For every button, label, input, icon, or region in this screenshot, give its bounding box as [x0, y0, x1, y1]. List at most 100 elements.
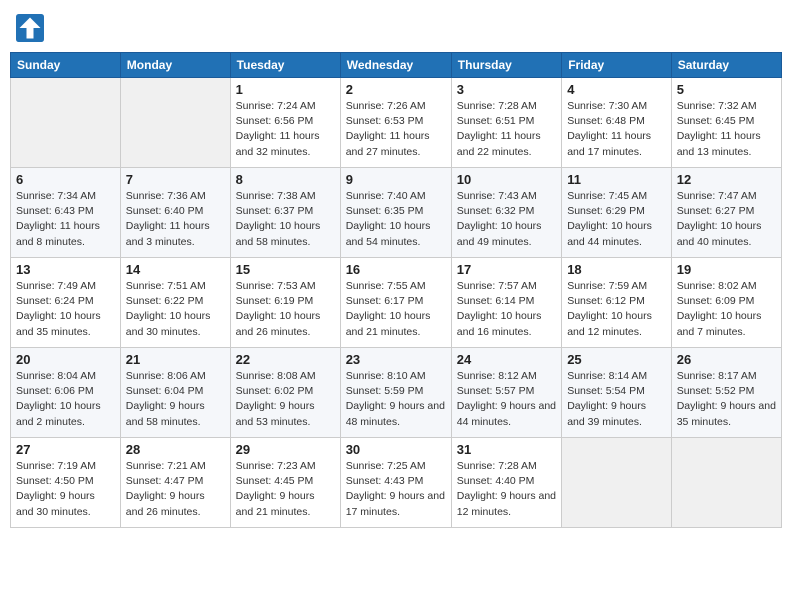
day-info: Sunrise: 8:10 AMSunset: 5:59 PMDaylight:…: [346, 369, 446, 430]
day-info: Sunrise: 7:25 AMSunset: 4:43 PMDaylight:…: [346, 459, 446, 520]
dow-sunday: Sunday: [11, 53, 121, 78]
day-number: 27: [16, 442, 115, 457]
day-number: 4: [567, 82, 666, 97]
dow-friday: Friday: [562, 53, 672, 78]
days-of-week-header: SundayMondayTuesdayWednesdayThursdayFrid…: [11, 53, 782, 78]
calendar-cell: 30 Sunrise: 7:25 AMSunset: 4:43 PMDayligh…: [340, 438, 451, 528]
calendar-cell: 7 Sunrise: 7:36 AMSunset: 6:40 PMDaylight…: [120, 168, 230, 258]
day-number: 1: [236, 82, 335, 97]
day-info: Sunrise: 7:21 AMSunset: 4:47 PMDaylight:…: [126, 459, 225, 520]
day-number: 14: [126, 262, 225, 277]
day-info: Sunrise: 7:59 AMSunset: 6:12 PMDaylight:…: [567, 279, 666, 340]
calendar-cell: 9Sunrise: 7:40 AMSunset: 6:35 PMDaylight…: [340, 168, 451, 258]
day-number: 17: [457, 262, 556, 277]
day-info: Sunrise: 7:45 AMSunset: 6:29 PMDaylight:…: [567, 189, 666, 250]
dow-tuesday: Tuesday: [230, 53, 340, 78]
day-number: 13: [16, 262, 115, 277]
day-info: Sunrise: 8:08 AMSunset: 6:02 PMDaylight:…: [236, 369, 335, 430]
calendar-cell: 14 Sunrise: 7:51 AMSunset: 6:22 PMDayligh…: [120, 258, 230, 348]
calendar-cell: 19 Sunrise: 8:02 AMSunset: 6:09 PMDayligh…: [671, 258, 781, 348]
calendar-cell: 4 Sunrise: 7:30 AMSunset: 6:48 PMDaylight…: [562, 78, 672, 168]
day-info: Sunrise: 7:36 AMSunset: 6:40 PMDaylight:…: [126, 189, 225, 250]
day-info: Sunrise: 7:53 AMSunset: 6:19 PMDaylight:…: [236, 279, 335, 340]
calendar-week-1: 1 Sunrise: 7:24 AMSunset: 6:56 PMDaylight…: [11, 78, 782, 168]
day-number: 19: [677, 262, 776, 277]
day-number: 25: [567, 352, 666, 367]
day-number: 6: [16, 172, 115, 187]
calendar-cell: [562, 438, 672, 528]
day-number: 28: [126, 442, 225, 457]
calendar-cell: 10 Sunrise: 7:43 AMSunset: 6:32 PMDayligh…: [451, 168, 561, 258]
dow-monday: Monday: [120, 53, 230, 78]
calendar-cell: 1 Sunrise: 7:24 AMSunset: 6:56 PMDaylight…: [230, 78, 340, 168]
day-number: 9: [346, 172, 446, 187]
calendar-cell: [671, 438, 781, 528]
calendar-cell: 18 Sunrise: 7:59 AMSunset: 6:12 PMDayligh…: [562, 258, 672, 348]
calendar-cell: 15 Sunrise: 7:53 AMSunset: 6:19 PMDayligh…: [230, 258, 340, 348]
day-number: 23: [346, 352, 446, 367]
calendar-cell: 12Sunrise: 7:47 AMSunset: 6:27 PMDayligh…: [671, 168, 781, 258]
calendar-cell: [11, 78, 121, 168]
day-info: Sunrise: 7:47 AMSunset: 6:27 PMDaylight:…: [677, 189, 776, 250]
day-info: Sunrise: 7:32 AMSunset: 6:45 PMDaylight:…: [677, 99, 776, 160]
day-number: 7: [126, 172, 225, 187]
calendar-cell: 27 Sunrise: 7:19 AMSunset: 4:50 PMDayligh…: [11, 438, 121, 528]
day-number: 15: [236, 262, 335, 277]
day-number: 21: [126, 352, 225, 367]
day-number: 10: [457, 172, 556, 187]
calendar-cell: 21Sunrise: 8:06 AMSunset: 6:04 PMDayligh…: [120, 348, 230, 438]
day-info: Sunrise: 7:28 AMSunset: 6:51 PMDaylight:…: [457, 99, 556, 160]
day-number: 26: [677, 352, 776, 367]
calendar-cell: 24Sunrise: 8:12 AMSunset: 5:57 PMDayligh…: [451, 348, 561, 438]
calendar-cell: 25 Sunrise: 8:14 AMSunset: 5:54 PMDayligh…: [562, 348, 672, 438]
calendar-week-4: 20Sunrise: 8:04 AMSunset: 6:06 PMDayligh…: [11, 348, 782, 438]
day-number: 5: [677, 82, 776, 97]
calendar-body: 1 Sunrise: 7:24 AMSunset: 6:56 PMDaylight…: [11, 78, 782, 528]
calendar-cell: 13 Sunrise: 7:49 AMSunset: 6:24 PMDayligh…: [11, 258, 121, 348]
day-number: 18: [567, 262, 666, 277]
page-header: [10, 10, 782, 46]
day-number: 11: [567, 172, 666, 187]
calendar-cell: 3 Sunrise: 7:28 AMSunset: 6:51 PMDaylight…: [451, 78, 561, 168]
day-info: Sunrise: 7:19 AMSunset: 4:50 PMDaylight:…: [16, 459, 115, 520]
day-info: Sunrise: 8:12 AMSunset: 5:57 PMDaylight:…: [457, 369, 556, 430]
calendar-cell: 16 Sunrise: 7:55 AMSunset: 6:17 PMDayligh…: [340, 258, 451, 348]
calendar-table: SundayMondayTuesdayWednesdayThursdayFrid…: [10, 52, 782, 528]
calendar-cell: 31 Sunrise: 7:28 AMSunset: 4:40 PMDayligh…: [451, 438, 561, 528]
calendar-week-2: 6 Sunrise: 7:34 AMSunset: 6:43 PMDaylight…: [11, 168, 782, 258]
day-number: 2: [346, 82, 446, 97]
day-info: Sunrise: 8:02 AMSunset: 6:09 PMDaylight:…: [677, 279, 776, 340]
day-number: 29: [236, 442, 335, 457]
day-info: Sunrise: 7:26 AMSunset: 6:53 PMDaylight:…: [346, 99, 446, 160]
calendar-week-3: 13 Sunrise: 7:49 AMSunset: 6:24 PMDayligh…: [11, 258, 782, 348]
calendar-cell: 5 Sunrise: 7:32 AMSunset: 6:45 PMDaylight…: [671, 78, 781, 168]
day-info: Sunrise: 7:34 AMSunset: 6:43 PMDaylight:…: [16, 189, 115, 250]
day-info: Sunrise: 7:23 AMSunset: 4:45 PMDaylight:…: [236, 459, 335, 520]
calendar-cell: 22 Sunrise: 8:08 AMSunset: 6:02 PMDayligh…: [230, 348, 340, 438]
day-info: Sunrise: 7:38 AMSunset: 6:37 PMDaylight:…: [236, 189, 335, 250]
day-info: Sunrise: 8:14 AMSunset: 5:54 PMDaylight:…: [567, 369, 666, 430]
day-info: Sunrise: 7:51 AMSunset: 6:22 PMDaylight:…: [126, 279, 225, 340]
day-info: Sunrise: 8:17 AMSunset: 5:52 PMDaylight:…: [677, 369, 776, 430]
day-info: Sunrise: 7:28 AMSunset: 4:40 PMDaylight:…: [457, 459, 556, 520]
calendar-cell: 29 Sunrise: 7:23 AMSunset: 4:45 PMDayligh…: [230, 438, 340, 528]
day-number: 30: [346, 442, 446, 457]
day-number: 16: [346, 262, 446, 277]
day-info: Sunrise: 7:24 AMSunset: 6:56 PMDaylight:…: [236, 99, 335, 160]
day-number: 22: [236, 352, 335, 367]
logo: [16, 14, 48, 42]
calendar-week-5: 27 Sunrise: 7:19 AMSunset: 4:50 PMDayligh…: [11, 438, 782, 528]
day-info: Sunrise: 7:55 AMSunset: 6:17 PMDaylight:…: [346, 279, 446, 340]
calendar-cell: 2 Sunrise: 7:26 AMSunset: 6:53 PMDaylight…: [340, 78, 451, 168]
day-number: 20: [16, 352, 115, 367]
calendar-cell: 6 Sunrise: 7:34 AMSunset: 6:43 PMDaylight…: [11, 168, 121, 258]
logo-icon: [16, 14, 44, 42]
day-info: Sunrise: 7:49 AMSunset: 6:24 PMDaylight:…: [16, 279, 115, 340]
calendar-cell: 23 Sunrise: 8:10 AMSunset: 5:59 PMDayligh…: [340, 348, 451, 438]
calendar-cell: 20Sunrise: 8:04 AMSunset: 6:06 PMDayligh…: [11, 348, 121, 438]
day-info: Sunrise: 7:30 AMSunset: 6:48 PMDaylight:…: [567, 99, 666, 160]
calendar-cell: 17Sunrise: 7:57 AMSunset: 6:14 PMDayligh…: [451, 258, 561, 348]
day-info: Sunrise: 7:43 AMSunset: 6:32 PMDaylight:…: [457, 189, 556, 250]
day-number: 31: [457, 442, 556, 457]
day-number: 3: [457, 82, 556, 97]
